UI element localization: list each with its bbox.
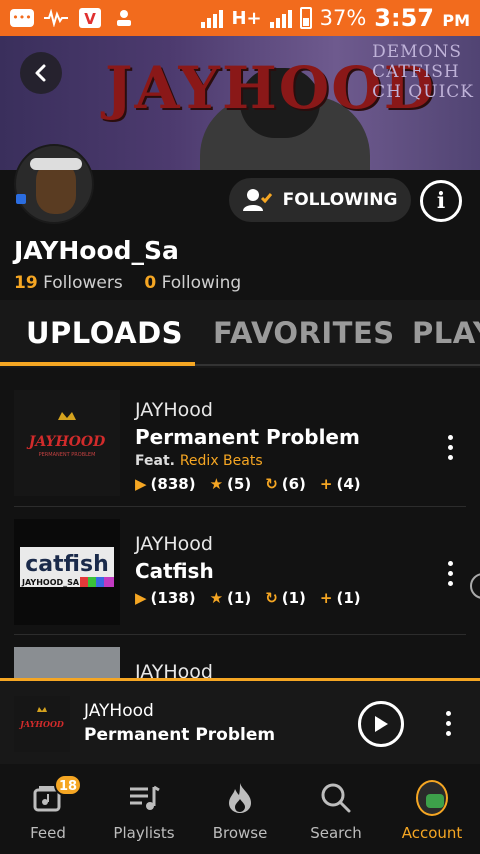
add-icon: +: [319, 589, 333, 607]
following-link[interactable]: 0 Following: [144, 273, 241, 293]
star-icon: ★: [209, 475, 224, 493]
track-row[interactable]: catfish JAYHOOD_SA JAYHood Catfish ▶ (138…: [14, 507, 466, 635]
mini-player[interactable]: JAYHOOD JAYHood Permanent Problem: [0, 678, 480, 764]
nav-feed[interactable]: 18 Feed: [0, 764, 96, 854]
info-icon: i: [436, 188, 446, 214]
clock: 3:57 PM: [374, 4, 470, 32]
tab-divider: [195, 364, 480, 366]
search-icon: [320, 782, 352, 814]
account-avatar: [416, 780, 448, 816]
battery-percent: 37%: [319, 6, 367, 30]
banner-side-text: DEMONS CATFISH CH QUICK: [372, 42, 474, 102]
nav-search[interactable]: Search: [288, 764, 384, 854]
nav-playlists-label: Playlists: [113, 824, 175, 842]
feat-artist-link[interactable]: Redix Beats: [180, 453, 263, 469]
track-feat: Feat. Redix Beats: [135, 453, 263, 469]
track-artist: JAYHood: [135, 533, 213, 555]
playlists-icon: [128, 782, 160, 814]
nav-feed-label: Feed: [30, 824, 66, 842]
play-icon: [375, 716, 388, 732]
signal-icon: [201, 8, 224, 28]
artwork-title: catfish: [25, 552, 108, 577]
profile-tabs: UPLOADS FAVORITES PLAY: [0, 300, 480, 368]
profile-avatar[interactable]: [14, 144, 94, 224]
repost-icon: ↻: [265, 589, 278, 607]
battery-icon: [299, 7, 312, 29]
chevron-left-icon: [35, 64, 46, 82]
track-row[interactable]: JAYHood: [14, 635, 466, 678]
star-icon: ★: [209, 589, 224, 607]
nav-browse-label: Browse: [212, 824, 268, 842]
track-artwork: [14, 647, 120, 678]
nav-search-label: Search: [310, 824, 362, 842]
player-artwork: JAYHOOD: [14, 696, 70, 752]
add-icon: +: [319, 475, 333, 493]
active-tab-indicator: [0, 362, 195, 366]
following-button[interactable]: FOLLOWING: [229, 178, 411, 222]
track-title: Catfish: [135, 559, 214, 583]
nav-account[interactable]: Account: [384, 764, 480, 854]
signal-2-icon: [269, 8, 292, 28]
track-artwork: catfish JAYHOOD_SA: [14, 519, 120, 625]
verified-badge: [16, 194, 26, 204]
track-stats: ▶ (138) ★ (1) ↻ (1) + (1): [135, 589, 361, 607]
nav-browse[interactable]: Browse: [192, 764, 288, 854]
player-artist: JAYHood: [84, 701, 154, 721]
username: JAYHood_Sa: [14, 236, 179, 265]
tab-playlists[interactable]: PLAY: [412, 316, 480, 350]
repost-icon: ↻: [265, 475, 278, 493]
player-more-button[interactable]: [442, 711, 454, 736]
play-count-icon: ▶: [135, 475, 147, 493]
network-type: H+: [231, 7, 262, 29]
track-more-button[interactable]: [444, 435, 456, 460]
info-button[interactable]: i: [420, 180, 462, 222]
nav-playlists[interactable]: Playlists: [96, 764, 192, 854]
app-v-icon: V: [78, 8, 102, 28]
scroll-handle[interactable]: [470, 573, 480, 599]
track-artist: JAYHood: [135, 661, 213, 678]
following-label: FOLLOWING: [282, 190, 398, 210]
flame-icon: [224, 782, 256, 814]
back-button[interactable]: [20, 52, 62, 94]
player-title: Permanent Problem: [84, 725, 276, 745]
play-count-icon: ▶: [135, 589, 147, 607]
bottom-nav: 18 Feed Playlists Browse Search Account: [0, 764, 480, 854]
message-icon: •••: [10, 9, 34, 27]
user-download-icon: [112, 8, 136, 28]
tab-favorites[interactable]: FAVORITES: [213, 316, 395, 350]
followers-link[interactable]: 19 Followers: [14, 273, 123, 293]
track-artist: JAYHood: [135, 399, 213, 421]
svg-text:V: V: [84, 10, 96, 28]
track-stats: ▶ (838) ★ (5) ↻ (6) + (4): [135, 475, 361, 493]
status-bar: ••• V H+ 37% 3:57 PM: [0, 0, 480, 36]
play-button[interactable]: [358, 701, 404, 747]
tab-uploads[interactable]: UPLOADS: [26, 316, 183, 350]
artwork-subtitle: PERMANENT PROBLEM: [39, 452, 96, 458]
svg-text:JAYHOOD: JAYHOOD: [18, 719, 64, 729]
audio-wave-icon: [44, 8, 68, 28]
track-artwork: JAYHOOD PERMANENT PROBLEM: [14, 390, 120, 496]
nav-account-label: Account: [401, 824, 463, 842]
follow-counts: 19 Followers 0 Following: [14, 273, 241, 293]
track-title: Permanent Problem: [135, 425, 360, 449]
track-row[interactable]: JAYHOOD PERMANENT PROBLEM JAYHood Perman…: [14, 389, 466, 507]
user-check-icon: [242, 189, 272, 211]
track-more-button[interactable]: [444, 561, 456, 586]
feed-badge: 18: [54, 774, 82, 796]
artwork-subtitle: JAYHOOD_SA: [21, 578, 80, 587]
artwork-title: JAYHOOD: [26, 434, 106, 450]
